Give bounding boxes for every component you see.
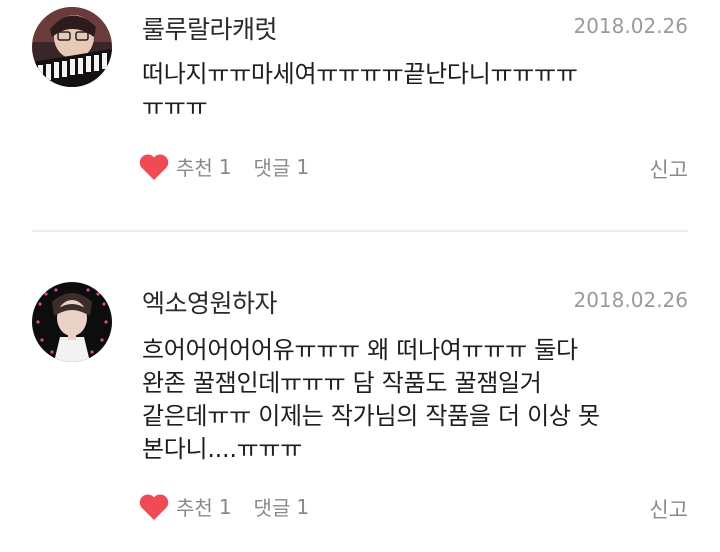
comment-text: 흐어어어어어유ㅠㅠㅠ 왜 떠나여ㅠㅠㅠ 둘다 완존 꿀잼인데ㅠㅠㅠ 담 작품도 … [142,336,600,463]
reply-count: 1 [296,154,310,179]
heart-icon[interactable] [138,493,170,521]
comment-date: 2018.02.26 [573,288,688,312]
comment-actions: 추천 1 댓글 1 [138,492,309,521]
avatar[interactable] [32,7,112,87]
comment-actions: 추천 1 댓글 1 [138,152,309,181]
like-count: 1 [218,154,232,179]
comment-divider [32,230,688,232]
reply-button[interactable]: 댓글 [254,492,291,521]
report-button[interactable]: 신고 [649,494,688,524]
reply-button[interactable]: 댓글 [254,152,291,181]
like-label[interactable]: 추천 [176,152,213,181]
like-label[interactable]: 추천 [176,492,213,521]
heart-icon[interactable] [138,153,170,181]
comment-date: 2018.02.26 [573,14,688,38]
comment-username[interactable]: 룰루랄라캐럿 [142,10,278,46]
report-button[interactable]: 신고 [649,154,688,184]
avatar-image [32,282,112,362]
reply-count: 1 [296,494,310,519]
comment-username[interactable]: 엑소영원하자 [142,284,278,320]
comment-item: 엑소영원하자 2018.02.26 흐어어어어어유ㅠㅠㅠ 왜 떠나여ㅠㅠㅠ 둘다… [0,282,720,552]
avatar[interactable] [32,282,112,362]
avatar-image [32,7,112,87]
comment-item: 룰루랄라캐럿 2018.02.26 떠나지ㅠㅠ마세여ㅠㅠㅠㅠ끝난다니ㅠㅠㅠㅠ ㅠ… [0,0,720,270]
like-count: 1 [218,494,232,519]
comment-text: 떠나지ㅠㅠ마세여ㅠㅠㅠㅠ끝난다니ㅠㅠㅠㅠ ㅠㅠㅠ [142,60,578,121]
